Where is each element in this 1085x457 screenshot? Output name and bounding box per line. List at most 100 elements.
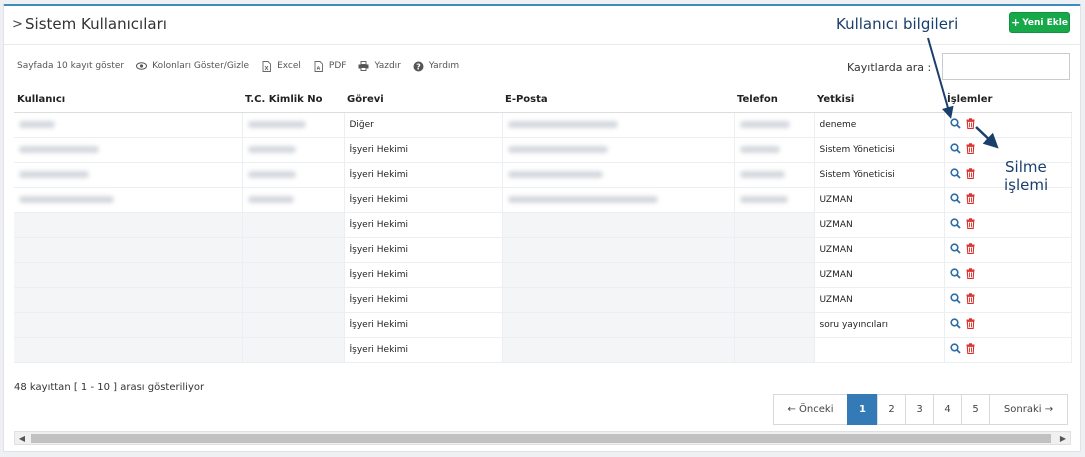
- file-excel-icon: [261, 60, 272, 72]
- search-icon[interactable]: [949, 142, 961, 157]
- trash-icon[interactable]: [966, 167, 975, 182]
- cell-tc-no: [242, 137, 345, 163]
- cell-actions: [944, 237, 1072, 263]
- search-icon[interactable]: [949, 167, 961, 182]
- search-icon[interactable]: [949, 117, 961, 132]
- cell-authority: UZMAN: [814, 262, 945, 288]
- authority-text: UZMAN: [819, 269, 853, 280]
- cell-tc-no: [242, 312, 345, 338]
- redacted-value: [739, 195, 788, 203]
- trash-icon[interactable]: [966, 292, 975, 307]
- table-info: 48 kayıttan [ 1 - 10 ] arası gösteriliyo…: [14, 382, 205, 393]
- annotation-user-info: Kullanıcı bilgileri: [836, 15, 959, 33]
- role-text: İşyeri Hekimi: [349, 244, 409, 255]
- redacted-value: [19, 195, 114, 203]
- cell-phone: [734, 262, 815, 288]
- search-input[interactable]: [942, 53, 1070, 80]
- redacted-value: [19, 170, 89, 178]
- users-table: Kullanıcı T.C. Kimlik No Görevi E-Posta …: [14, 88, 1072, 363]
- table-row[interactable]: İşyeri Hekimi UZMAN: [14, 287, 1072, 313]
- page-button-4[interactable]: 4: [933, 394, 962, 425]
- print-icon: [358, 61, 369, 72]
- table-row[interactable]: İşyeri Hekimi UZMAN: [14, 212, 1072, 238]
- cell-tc-no: [242, 162, 345, 188]
- trash-icon[interactable]: [966, 217, 975, 232]
- column-visibility-button[interactable]: Kolonları Göster/Gizle: [136, 61, 249, 72]
- row-actions: [949, 292, 1071, 307]
- scroll-left-icon[interactable]: ◀: [15, 432, 29, 444]
- cell-phone: [734, 312, 815, 338]
- trash-icon[interactable]: [966, 267, 975, 282]
- trash-icon[interactable]: [966, 142, 975, 157]
- scrollbar-thumb[interactable]: [31, 434, 1051, 443]
- redacted-value: [507, 120, 618, 128]
- search-icon[interactable]: [949, 192, 961, 207]
- page-button-2[interactable]: 2: [877, 394, 906, 425]
- table-row[interactable]: İşyeri Hekimi Sistem Yöneticisi: [14, 137, 1072, 163]
- page-button-5[interactable]: 5: [961, 394, 990, 425]
- table-row[interactable]: İşyeri Hekimi: [14, 337, 1072, 363]
- panel-title: Sistem Kullanıcıları: [25, 15, 167, 33]
- cell-actions: [944, 112, 1072, 138]
- question-circle-icon: ?: [413, 61, 424, 72]
- cell-role: İşyeri Hekimi: [344, 337, 503, 363]
- prev-page-button[interactable]: ← Önceki: [773, 394, 848, 425]
- table-row[interactable]: İşyeri Hekimi Sistem Yöneticisi: [14, 162, 1072, 188]
- table-row[interactable]: İşyeri Hekimi soru yayıncıları: [14, 312, 1072, 338]
- trash-icon[interactable]: [966, 192, 975, 207]
- row-actions: [949, 317, 1071, 332]
- redacted-value: [247, 120, 306, 128]
- search-icon[interactable]: [949, 217, 961, 232]
- column-header-role[interactable]: Görevi: [344, 88, 502, 113]
- page-button-3[interactable]: 3: [905, 394, 934, 425]
- role-text: İşyeri Hekimi: [349, 169, 409, 180]
- scroll-right-icon[interactable]: ▶: [1056, 432, 1070, 444]
- cell-role: İşyeri Hekimi: [344, 162, 503, 188]
- cell-role: İşyeri Hekimi: [344, 137, 503, 163]
- cell-user: [14, 187, 243, 213]
- search-icon[interactable]: [949, 317, 961, 332]
- search-icon[interactable]: [949, 292, 961, 307]
- column-header-phone[interactable]: Telefon: [734, 88, 814, 113]
- trash-icon[interactable]: [966, 242, 975, 257]
- chevron-right-icon[interactable]: >: [12, 17, 23, 32]
- search-icon[interactable]: [949, 267, 961, 282]
- table-row[interactable]: İşyeri Hekimi UZMAN: [14, 237, 1072, 263]
- column-header-user[interactable]: Kullanıcı: [14, 88, 242, 113]
- cell-user: [14, 262, 243, 288]
- export-excel-button[interactable]: Excel: [261, 60, 301, 72]
- column-header-email[interactable]: E-Posta: [502, 88, 734, 113]
- export-pdf-button[interactable]: PDF: [313, 60, 346, 72]
- cell-authority: UZMAN: [814, 187, 945, 213]
- table-row[interactable]: İşyeri Hekimi UZMAN: [14, 187, 1072, 213]
- page-size-button[interactable]: Sayfada 10 kayıt göster: [17, 61, 124, 71]
- cell-phone: [734, 162, 815, 188]
- table-row[interactable]: Diğer deneme: [14, 112, 1072, 138]
- trash-icon[interactable]: [966, 317, 975, 332]
- help-button[interactable]: ? Yardım: [413, 61, 459, 72]
- page-button-1[interactable]: 1: [847, 394, 878, 425]
- column-header-tc-no[interactable]: T.C. Kimlik No: [242, 88, 344, 113]
- cell-tc-no: [242, 262, 345, 288]
- redacted-value: [507, 170, 603, 178]
- cell-email: [502, 337, 735, 363]
- cell-email: [502, 137, 735, 163]
- role-text: Diğer: [349, 119, 374, 130]
- column-header-authority[interactable]: Yetkisi: [814, 88, 944, 113]
- next-page-button[interactable]: Sonraki →: [989, 394, 1068, 425]
- authority-text: UZMAN: [819, 219, 853, 230]
- search-icon[interactable]: [949, 342, 961, 357]
- role-text: İşyeri Hekimi: [349, 219, 409, 230]
- cell-actions: [944, 337, 1072, 363]
- trash-icon[interactable]: [966, 342, 975, 357]
- horizontal-scrollbar[interactable]: ◀ ▶: [14, 431, 1071, 445]
- trash-icon[interactable]: [966, 117, 975, 132]
- table-row[interactable]: İşyeri Hekimi UZMAN: [14, 262, 1072, 288]
- redacted-value: [507, 145, 608, 153]
- row-actions: [949, 267, 1071, 282]
- search-icon[interactable]: [949, 242, 961, 257]
- redacted-value: [247, 170, 296, 178]
- print-button[interactable]: Yazdır: [358, 61, 401, 72]
- cell-email: [502, 237, 735, 263]
- add-user-button[interactable]: + Yeni Ekle: [1009, 12, 1070, 33]
